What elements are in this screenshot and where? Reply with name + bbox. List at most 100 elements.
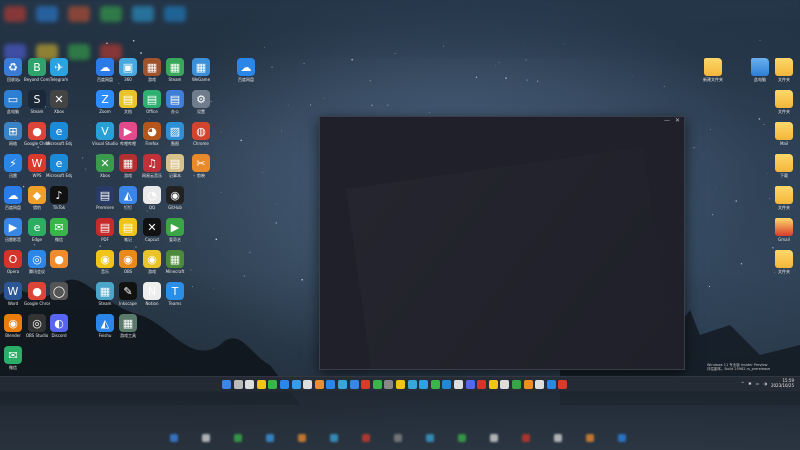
desktop-icon[interactable]: ✎ Inkscape <box>115 282 141 311</box>
star <box>771 246 774 249</box>
desktop-icon-floating[interactable]: ☁ 百度网盘 <box>233 58 259 87</box>
taskbar-app-icon[interactable] <box>523 380 533 389</box>
reflection-ghost-icon <box>330 434 338 442</box>
network-icon[interactable]: ✱ <box>748 381 751 386</box>
app-icon: ▦ <box>166 250 184 268</box>
taskbar-app-icon[interactable] <box>256 380 266 389</box>
desktop-icon[interactable]: ▭ 此电脑 <box>0 90 26 119</box>
folder-icon[interactable]: 新建文件夹 <box>700 58 726 87</box>
taskbar-app-icon[interactable] <box>291 380 301 389</box>
taskbar-app-icon[interactable] <box>372 380 382 389</box>
taskbar-app-icon[interactable] <box>303 380 313 389</box>
desktop-icon[interactable]: O Opera <box>0 250 26 279</box>
taskbar-app-icon[interactable] <box>442 380 452 389</box>
taskbar-app-icon[interactable] <box>477 380 487 389</box>
desktop-icon[interactable]: eMicrosoft Edge <box>46 154 72 183</box>
volume-icon[interactable]: ◑ <box>763 381 767 386</box>
taskbar-app-icon[interactable] <box>546 380 556 389</box>
tray-overflow-icon[interactable]: ^ <box>741 381 744 386</box>
desktop-icon[interactable]: T Teams <box>162 282 188 311</box>
app-icon: ▤ <box>96 218 114 236</box>
taskbar-app-icon[interactable] <box>280 380 289 389</box>
desktop-icon[interactable]: ▦ Minecraft <box>162 250 188 279</box>
desktop-icon[interactable]: ✕ Xbox <box>46 90 72 119</box>
desktop-icon[interactable]: ▤ 文档 <box>115 90 141 119</box>
folder-icon[interactable]: Mail <box>771 122 797 151</box>
taskbar-app-icon[interactable] <box>245 380 255 389</box>
desktop-icon[interactable]: ◍ Chrome <box>188 122 214 151</box>
desktop-icon[interactable]: ▣ 360 <box>115 58 141 87</box>
desktop-icon[interactable]: ⚡ 迅雷 <box>0 154 26 183</box>
desktop-icon[interactable]: ◉ OBS <box>115 250 141 279</box>
mail-icon[interactable]: Gmail <box>771 218 797 247</box>
folder-icon[interactable]: 文件夹 <box>771 186 797 215</box>
taskbar-app-icon[interactable] <box>233 380 243 389</box>
desktop-icon[interactable]: ☁ 百度网盘 <box>0 186 26 215</box>
app-icon: ◐ <box>50 314 68 332</box>
star <box>261 172 263 174</box>
reflection-ghost-icon <box>618 434 626 442</box>
desktop-icon[interactable]: ▤ 记事本 <box>162 154 188 183</box>
desktop-icon[interactable]: ▶ 爱奇艺 <box>162 218 188 247</box>
desktop-icon[interactable]: ✈ Telegram <box>46 58 72 87</box>
desktop-icon[interactable]: eMicrosoft Edge <box>46 122 72 151</box>
taskbar-app-icon[interactable] <box>222 380 231 389</box>
desktop-icon[interactable]: ♻ 回收站 <box>0 58 26 87</box>
desktop-icon[interactable]: ▦ 游戏工具 <box>115 314 141 343</box>
desktop-icon[interactable]: ▨ 画图 <box>162 122 188 151</box>
taskbar-app-icon[interactable] <box>361 380 371 389</box>
desktop-icon[interactable]: W Word <box>0 282 26 311</box>
desktop-icon[interactable]: ⊞ 网络 <box>0 122 26 151</box>
taskbar-app-icon[interactable] <box>338 380 347 389</box>
minimize-button[interactable]: — <box>664 118 670 124</box>
taskbar-app-icon[interactable] <box>430 380 440 389</box>
taskbar-app-icon[interactable] <box>326 380 336 389</box>
taskbar-app-icon[interactable] <box>558 380 568 389</box>
desktop-icon[interactable]: ▦ 游戏 <box>115 154 141 183</box>
desktop-icon[interactable]: ▤ 笔记 <box>115 218 141 247</box>
taskbar-app-icon[interactable] <box>349 380 359 389</box>
desktop-icon[interactable]: ▦ WeGame <box>188 58 214 87</box>
folder-icon[interactable]: 文件夹 <box>771 90 797 119</box>
taskbar-app-icon[interactable] <box>384 380 394 389</box>
taskbar-app-icon[interactable] <box>396 380 405 389</box>
desktop-icon[interactable]: ▤ 办公 <box>162 90 188 119</box>
taskbar-app-icon[interactable] <box>488 380 498 389</box>
pc-icon[interactable]: 此电脑 <box>747 58 773 87</box>
taskbar-app-icon[interactable] <box>535 380 545 389</box>
display-icon[interactable]: ▭ <box>756 381 760 386</box>
desktop-icon[interactable]: ♪ TikTok <box>46 186 72 215</box>
app-icon: ◉ <box>96 250 114 268</box>
taskbar-app-icon[interactable] <box>314 380 324 389</box>
folder-icon[interactable]: 文件夹 <box>771 58 797 87</box>
close-button[interactable]: ✕ <box>675 118 680 124</box>
desktop-icon[interactable]: ◭ 钉钉 <box>115 186 141 215</box>
app-icon: ✕ <box>50 90 68 108</box>
taskbar-app-icon[interactable] <box>465 380 475 389</box>
taskbar-app-icon[interactable] <box>512 380 521 389</box>
taskbar-app-icon[interactable] <box>454 380 463 389</box>
desktop-icon[interactable]: ◐ Discord <box>46 314 72 343</box>
desktop-icon[interactable]: ✉ 微信 <box>46 218 72 247</box>
folder-icon[interactable]: 下载 <box>771 154 797 183</box>
desktop-icon[interactable]: ▦ Steam <box>162 58 188 87</box>
desktop-icon-label: Microsoft Edge <box>46 173 72 178</box>
desktop-icon[interactable]: ● <box>46 250 72 279</box>
desktop-icon[interactable]: ✂ 剪映 <box>188 154 214 183</box>
desktop-icon[interactable]: ✉ 微信 <box>0 346 26 375</box>
desktop-icon[interactable]: ▶ 迅雷影音 <box>0 218 26 247</box>
desktop-icon[interactable]: ◉ Blender <box>0 314 26 343</box>
desktop-icon[interactable]: ◯ <box>46 282 72 311</box>
folder-icon[interactable]: 文件夹 <box>771 250 797 279</box>
app-icon: ▶ <box>4 218 22 236</box>
taskbar-app-icon[interactable] <box>419 380 429 389</box>
desktop-icon[interactable]: ▶ 哔哩哔哩 <box>115 122 141 151</box>
desktop-icon[interactable]: ⚙ 设置 <box>188 90 214 119</box>
desktop-icon-label: 爱奇艺 <box>169 237 181 242</box>
desktop-icon[interactable]: ◉ GitHub <box>162 186 188 215</box>
taskbar-app-icon[interactable] <box>407 380 417 389</box>
taskbar-app-icon[interactable] <box>500 380 510 389</box>
taskbar-app-icon[interactable] <box>268 380 278 389</box>
taskbar-clock[interactable]: 15:59 2023/10/25 <box>771 378 794 388</box>
app-window[interactable]: — ✕ <box>319 116 685 370</box>
